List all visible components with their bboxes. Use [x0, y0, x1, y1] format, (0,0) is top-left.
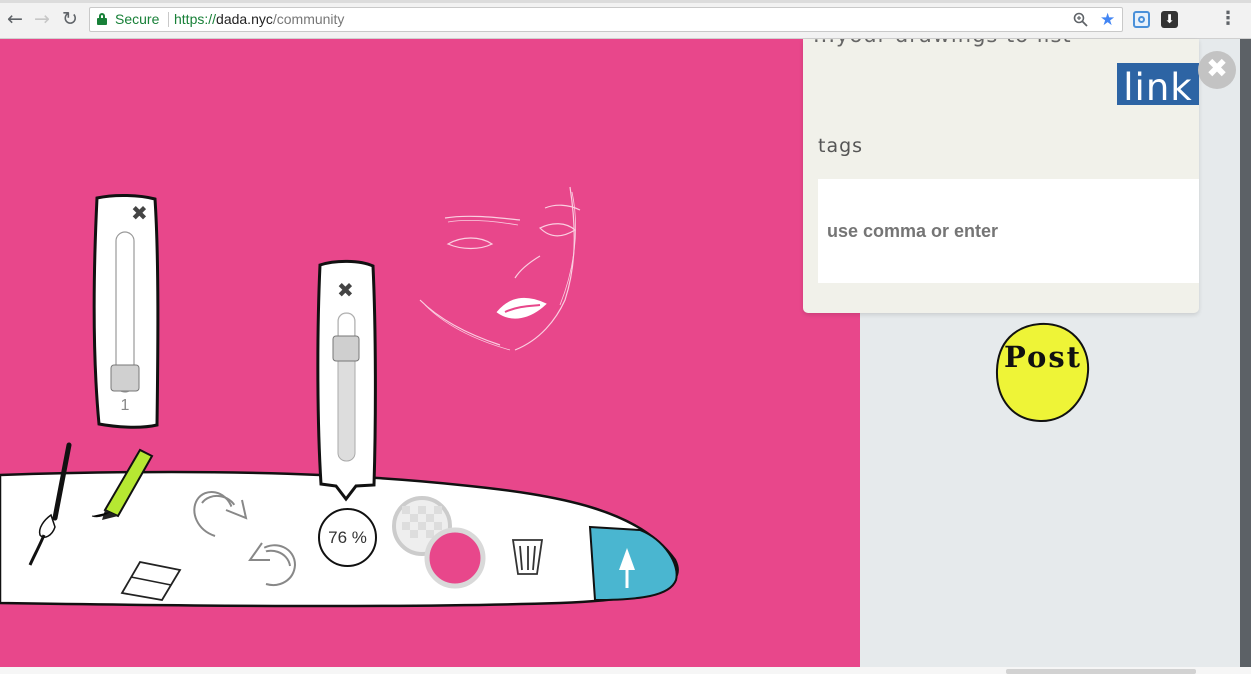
post-button-label: Post	[1003, 340, 1083, 374]
page: ← → ↻ Secure https://dada.nyc/community …	[0, 0, 1251, 674]
opacity-value[interactable]: 76 %	[318, 508, 377, 567]
lips-sketch	[496, 297, 547, 319]
close-opacity-icon[interactable]: ✖	[337, 278, 354, 302]
tags-input[interactable]	[818, 179, 1199, 283]
panel-cut-text: ...your drawings to list	[813, 39, 1072, 47]
brush-size-slider-panel	[92, 194, 160, 429]
redo-button[interactable]	[190, 484, 250, 540]
trash-button[interactable]	[508, 534, 548, 580]
opacity-handle	[332, 335, 360, 362]
post-panel: ...your drawings to list link tags	[803, 39, 1199, 313]
primary-color-button[interactable]	[425, 528, 485, 588]
brush-size-handle	[110, 364, 140, 392]
brush-tool-button[interactable]	[26, 440, 74, 570]
face-sketch	[419, 186, 581, 351]
upload-button[interactable]	[590, 527, 678, 601]
brush-size-value: 1	[120, 397, 130, 414]
eraser-tool-button[interactable]	[118, 556, 184, 604]
marker-tool-button[interactable]	[90, 444, 156, 522]
link-button[interactable]: link	[1117, 63, 1199, 105]
tags-label: tags	[818, 135, 864, 157]
close-icon[interactable]: ✖	[1198, 51, 1236, 89]
close-brush-size-icon[interactable]: ✖	[131, 201, 148, 225]
undo-button[interactable]	[244, 540, 300, 592]
